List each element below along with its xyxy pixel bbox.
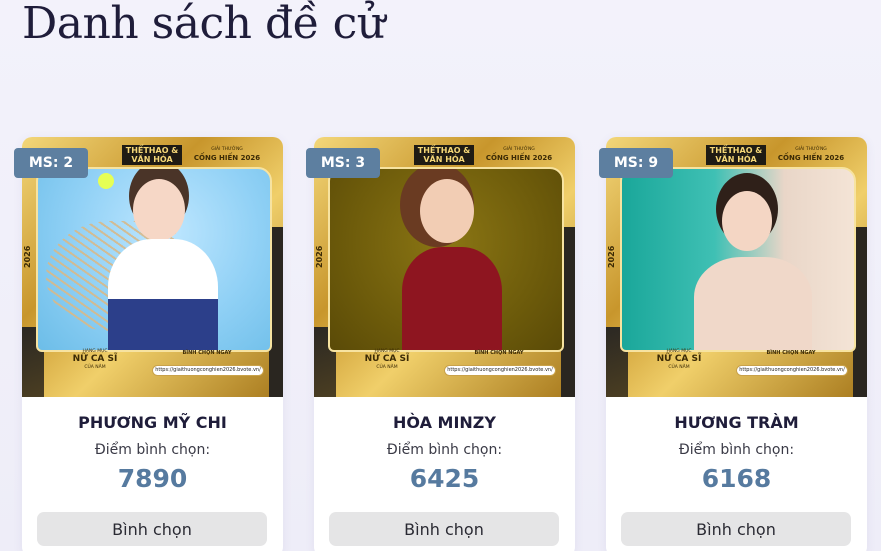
score-value: 7890 [117,464,188,493]
brand-logo: THỂTHAO & VĂN HÓA [706,145,766,165]
award-small-text: GIẢI THƯỞNG [795,147,827,152]
poster-year: 2026 [23,245,32,269]
candidate-name: HƯƠNG TRÀM [674,413,799,432]
brand-logo: THỂTHAO & VĂN HÓA [414,145,474,165]
ms-badge: MS: 3 [306,148,380,178]
vote-now-text: BÌNH CHỌN NGAY [474,350,524,356]
score-label: Điểm bình chọn: [678,442,795,458]
vote-now-text: BÌNH CHỌN NGAY [766,350,816,356]
brand-logo: THỂTHAO & VĂN HÓA [122,145,182,165]
poster-year: 2026 [315,245,324,269]
candidate-head [722,191,772,251]
score-value: 6425 [409,464,480,493]
vote-button[interactable]: Bình chọn [37,512,267,546]
poster-category: HẠNG MỤC NỮ CA SĨ CỦA NĂM [644,349,714,370]
award-logo: GIẢI THƯỞNG CỐNG HIẾN 2026 [192,145,262,165]
vote-url: https://giaithuongconghien2026.bvote.vn/ [444,365,556,376]
award-small-text: GIẢI THƯỞNG [211,147,243,152]
score-value: 6168 [701,464,772,493]
candidate-head [420,179,474,243]
candidate-name: HÒA MINZY [393,413,496,432]
score-label: Điểm bình chọn: [94,442,211,458]
category-name: NỮ CA SĨ [656,354,702,364]
candidate-body [108,239,218,350]
candidate-photo [36,167,272,352]
award-logo: GIẢI THƯỞNG CỐNG HIẾN 2026 [776,145,846,165]
category-suffix: CỦA NĂM [84,365,106,370]
vote-url: https://giaithuongconghien2026.bvote.vn/ [152,365,264,376]
score-label: Điểm bình chọn: [386,442,503,458]
candidate-head [133,179,185,241]
ms-badge: MS: 9 [599,148,673,178]
vote-button[interactable]: Bình chọn [329,512,559,546]
poster-year: 2026 [607,245,616,269]
candidate-card-3[interactable]: THỂTHAO & VĂN HÓA GIẢI THƯỞNG CỐNG HIẾN 2… [606,137,867,551]
ms-badge: MS: 2 [14,148,88,178]
candidate-name: PHƯƠNG MỸ CHI [78,413,227,432]
category-name: NỮ CA SĨ [72,354,118,364]
candidate-card-1[interactable]: THỂTHAO & VĂN HÓA GIẢI THƯỞNG CỐNG HIẾN 2… [22,137,283,551]
page-title: Danh sách đề cử [22,0,385,49]
category-name: NỮ CA SĨ [364,354,410,364]
award-text: CỐNG HIẾN 2026 [193,154,261,162]
vote-url: https://giaithuongconghien2026.bvote.vn/ [736,365,848,376]
award-text: CỐNG HIẾN 2026 [777,154,845,162]
vote-now-text: BÌNH CHỌN NGAY [182,350,232,356]
candidate-photo [620,167,856,352]
category-suffix: CỦA NĂM [376,365,398,370]
candidate-body [694,257,812,350]
award-small-text: GIẢI THƯỞNG [503,147,535,152]
candidate-card-2[interactable]: THỂTHAO & VĂN HÓA GIẢI THƯỞNG CỐNG HIẾN 2… [314,137,575,551]
candidate-photo [328,167,564,352]
award-text: CỐNG HIẾN 2026 [485,154,553,162]
category-suffix: CỦA NĂM [668,365,690,370]
award-logo: GIẢI THƯỞNG CỐNG HIẾN 2026 [484,145,554,165]
vote-button[interactable]: Bình chọn [621,512,851,546]
tennis-ball [98,173,114,189]
poster-category: HẠNG MỤC NỮ CA SĨ CỦA NĂM [60,349,130,370]
poster-category: HẠNG MỤC NỮ CA SĨ CỦA NĂM [352,349,422,370]
candidate-body [402,247,502,350]
